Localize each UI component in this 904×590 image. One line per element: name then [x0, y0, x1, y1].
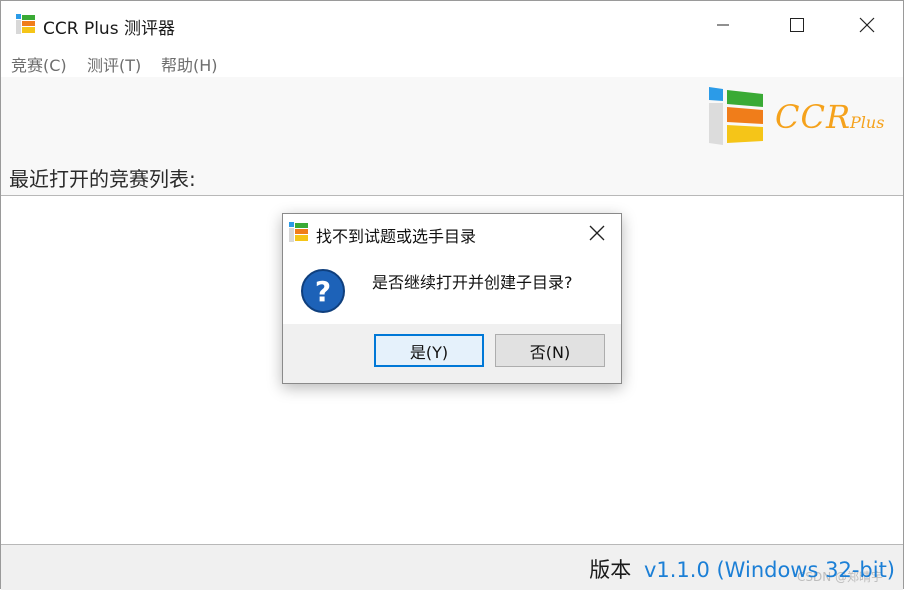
close-icon[interactable] [587, 223, 607, 243]
menu-judge[interactable]: 测评(T) [87, 52, 141, 76]
version-info: 版本 v1.1.0 (Windows 32-bit) [589, 554, 895, 584]
recent-contests-label: 最近打开的竞赛列表: [9, 167, 196, 191]
app-icon [289, 222, 308, 242]
close-button[interactable] [841, 1, 893, 49]
logo-text: CCR [775, 98, 852, 136]
version-value: v1.1.0 (Windows 32-bit) [643, 558, 895, 582]
logo-mark-icon [709, 87, 763, 145]
minimize-button[interactable] [697, 1, 749, 49]
close-icon [859, 17, 875, 33]
no-button[interactable]: 否(N) [495, 334, 605, 367]
logo-subtext: Plus [850, 113, 885, 132]
maximize-icon [790, 18, 804, 32]
dialog-message: 是否继续打开并创建子目录? [372, 273, 573, 292]
app-icon [16, 14, 35, 34]
dialog-title-bar[interactable]: 找不到试题或选手目录 [283, 214, 621, 252]
question-icon: ? [301, 269, 345, 313]
menu-contest[interactable]: 竞赛(C) [11, 52, 67, 76]
window-title: CCR Plus 测评器 [43, 19, 175, 39]
menu-help[interactable]: 帮助(H) [161, 52, 218, 76]
ccr-plus-logo: CCR Plus [707, 85, 897, 151]
menu-bar: 竞赛(C) 测评(T) 帮助(H) [1, 49, 903, 77]
missing-directory-dialog: 找不到试题或选手目录 ? 是否继续打开并创建子目录? 是(Y) 否(N) [282, 213, 622, 384]
title-bar[interactable]: CCR Plus 测评器 [1, 1, 903, 49]
status-bar: CSDN @郑晴宇 版本 v1.1.0 (Windows 32-bit) [1, 544, 903, 590]
yes-button[interactable]: 是(Y) [374, 334, 484, 367]
dialog-title: 找不到试题或选手目录 [316, 227, 477, 246]
minimize-icon [717, 24, 729, 26]
dialog-body: ? 是否继续打开并创建子目录? [283, 252, 621, 324]
maximize-button[interactable] [771, 1, 823, 49]
header-banner: CCR Plus 最近打开的竞赛列表: [1, 77, 903, 196]
version-label: 版本 [589, 558, 632, 582]
dialog-footer: 是(Y) 否(N) [283, 324, 621, 383]
